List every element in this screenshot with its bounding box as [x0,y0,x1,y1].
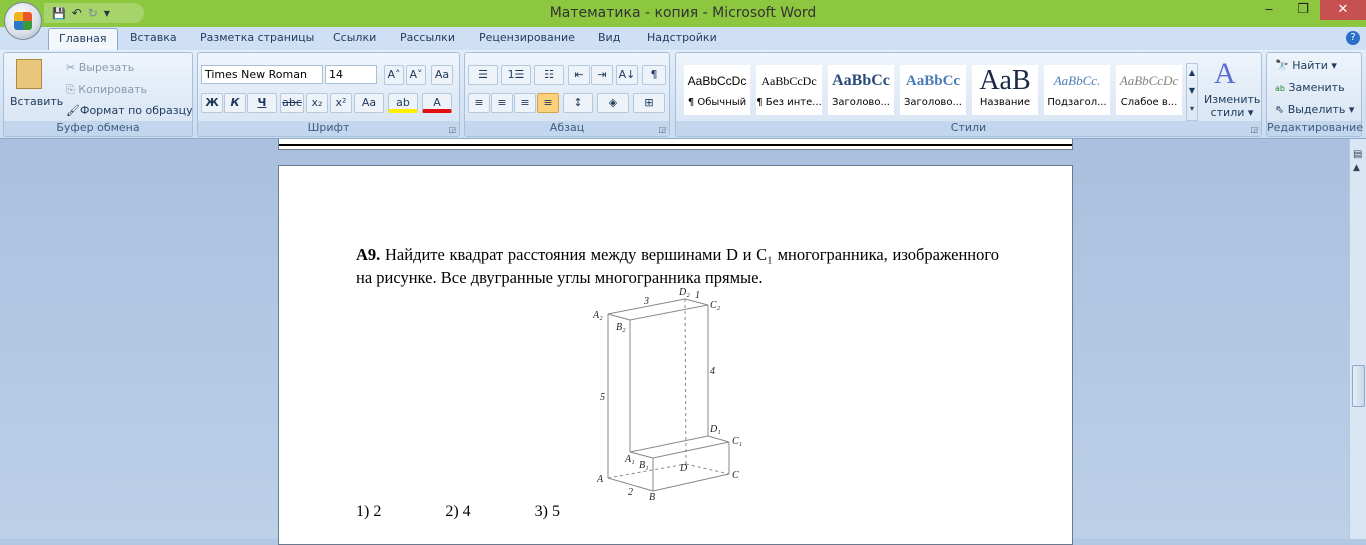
label-A: A [596,474,604,485]
answer-option: 3) 5 [534,503,560,520]
document-area[interactable]: А9. Найдите квадрат расстояния между вер… [0,139,1349,545]
answer-option: 1) 2 [356,503,382,520]
edge-length-3: 3 [643,296,649,307]
label-C1: C₁ [732,436,742,447]
vertical-scrollbar[interactable]: ▤ ▲ [1349,139,1366,539]
label-B1: B₁ [639,460,649,471]
edge-length-5: 5 [600,392,605,403]
ruler-toggle-icon[interactable]: ▤ [1353,149,1362,160]
office-button[interactable] [4,2,42,40]
label-D2: D₂ [678,287,690,298]
label-D: D [679,463,688,474]
label-A2: A₂ [592,310,603,321]
label-C: C [732,470,739,481]
edge-B1C1 [652,441,730,459]
label-C2: C₂ [710,300,721,311]
edge-length-1: 1 [695,290,700,301]
answer-option: 2) 4 [445,503,471,520]
polyhedron-figure: A B C D A₁ B₁ C₁ D₁ A₂ B₂ C₂ D₂ 3 1 4 5 … [592,287,742,503]
office-logo-icon [14,12,32,30]
label-D1: D₁ [709,424,721,435]
scroll-up-icon[interactable]: ▲ [1353,163,1360,173]
edge-BC [652,473,730,492]
edge-length-4: 4 [710,366,715,377]
edge-DC [685,463,730,475]
edge-DD2 [684,298,687,465]
edge-A2B2 [607,313,631,321]
edge-D1C1 [707,435,730,443]
document-page[interactable]: А9. Найдите квадрат расстояния между вер… [278,165,1073,545]
label-B2: B₂ [616,322,626,333]
edge-length-2: 2 [628,487,633,498]
edge-A1D1 [629,435,709,453]
scrollbar-thumb[interactable] [1352,365,1365,407]
answer-options: 1) 2 2) 4 3) 5 [356,503,560,521]
label-B: B [649,492,655,503]
label-A1: A₁ [624,454,635,465]
